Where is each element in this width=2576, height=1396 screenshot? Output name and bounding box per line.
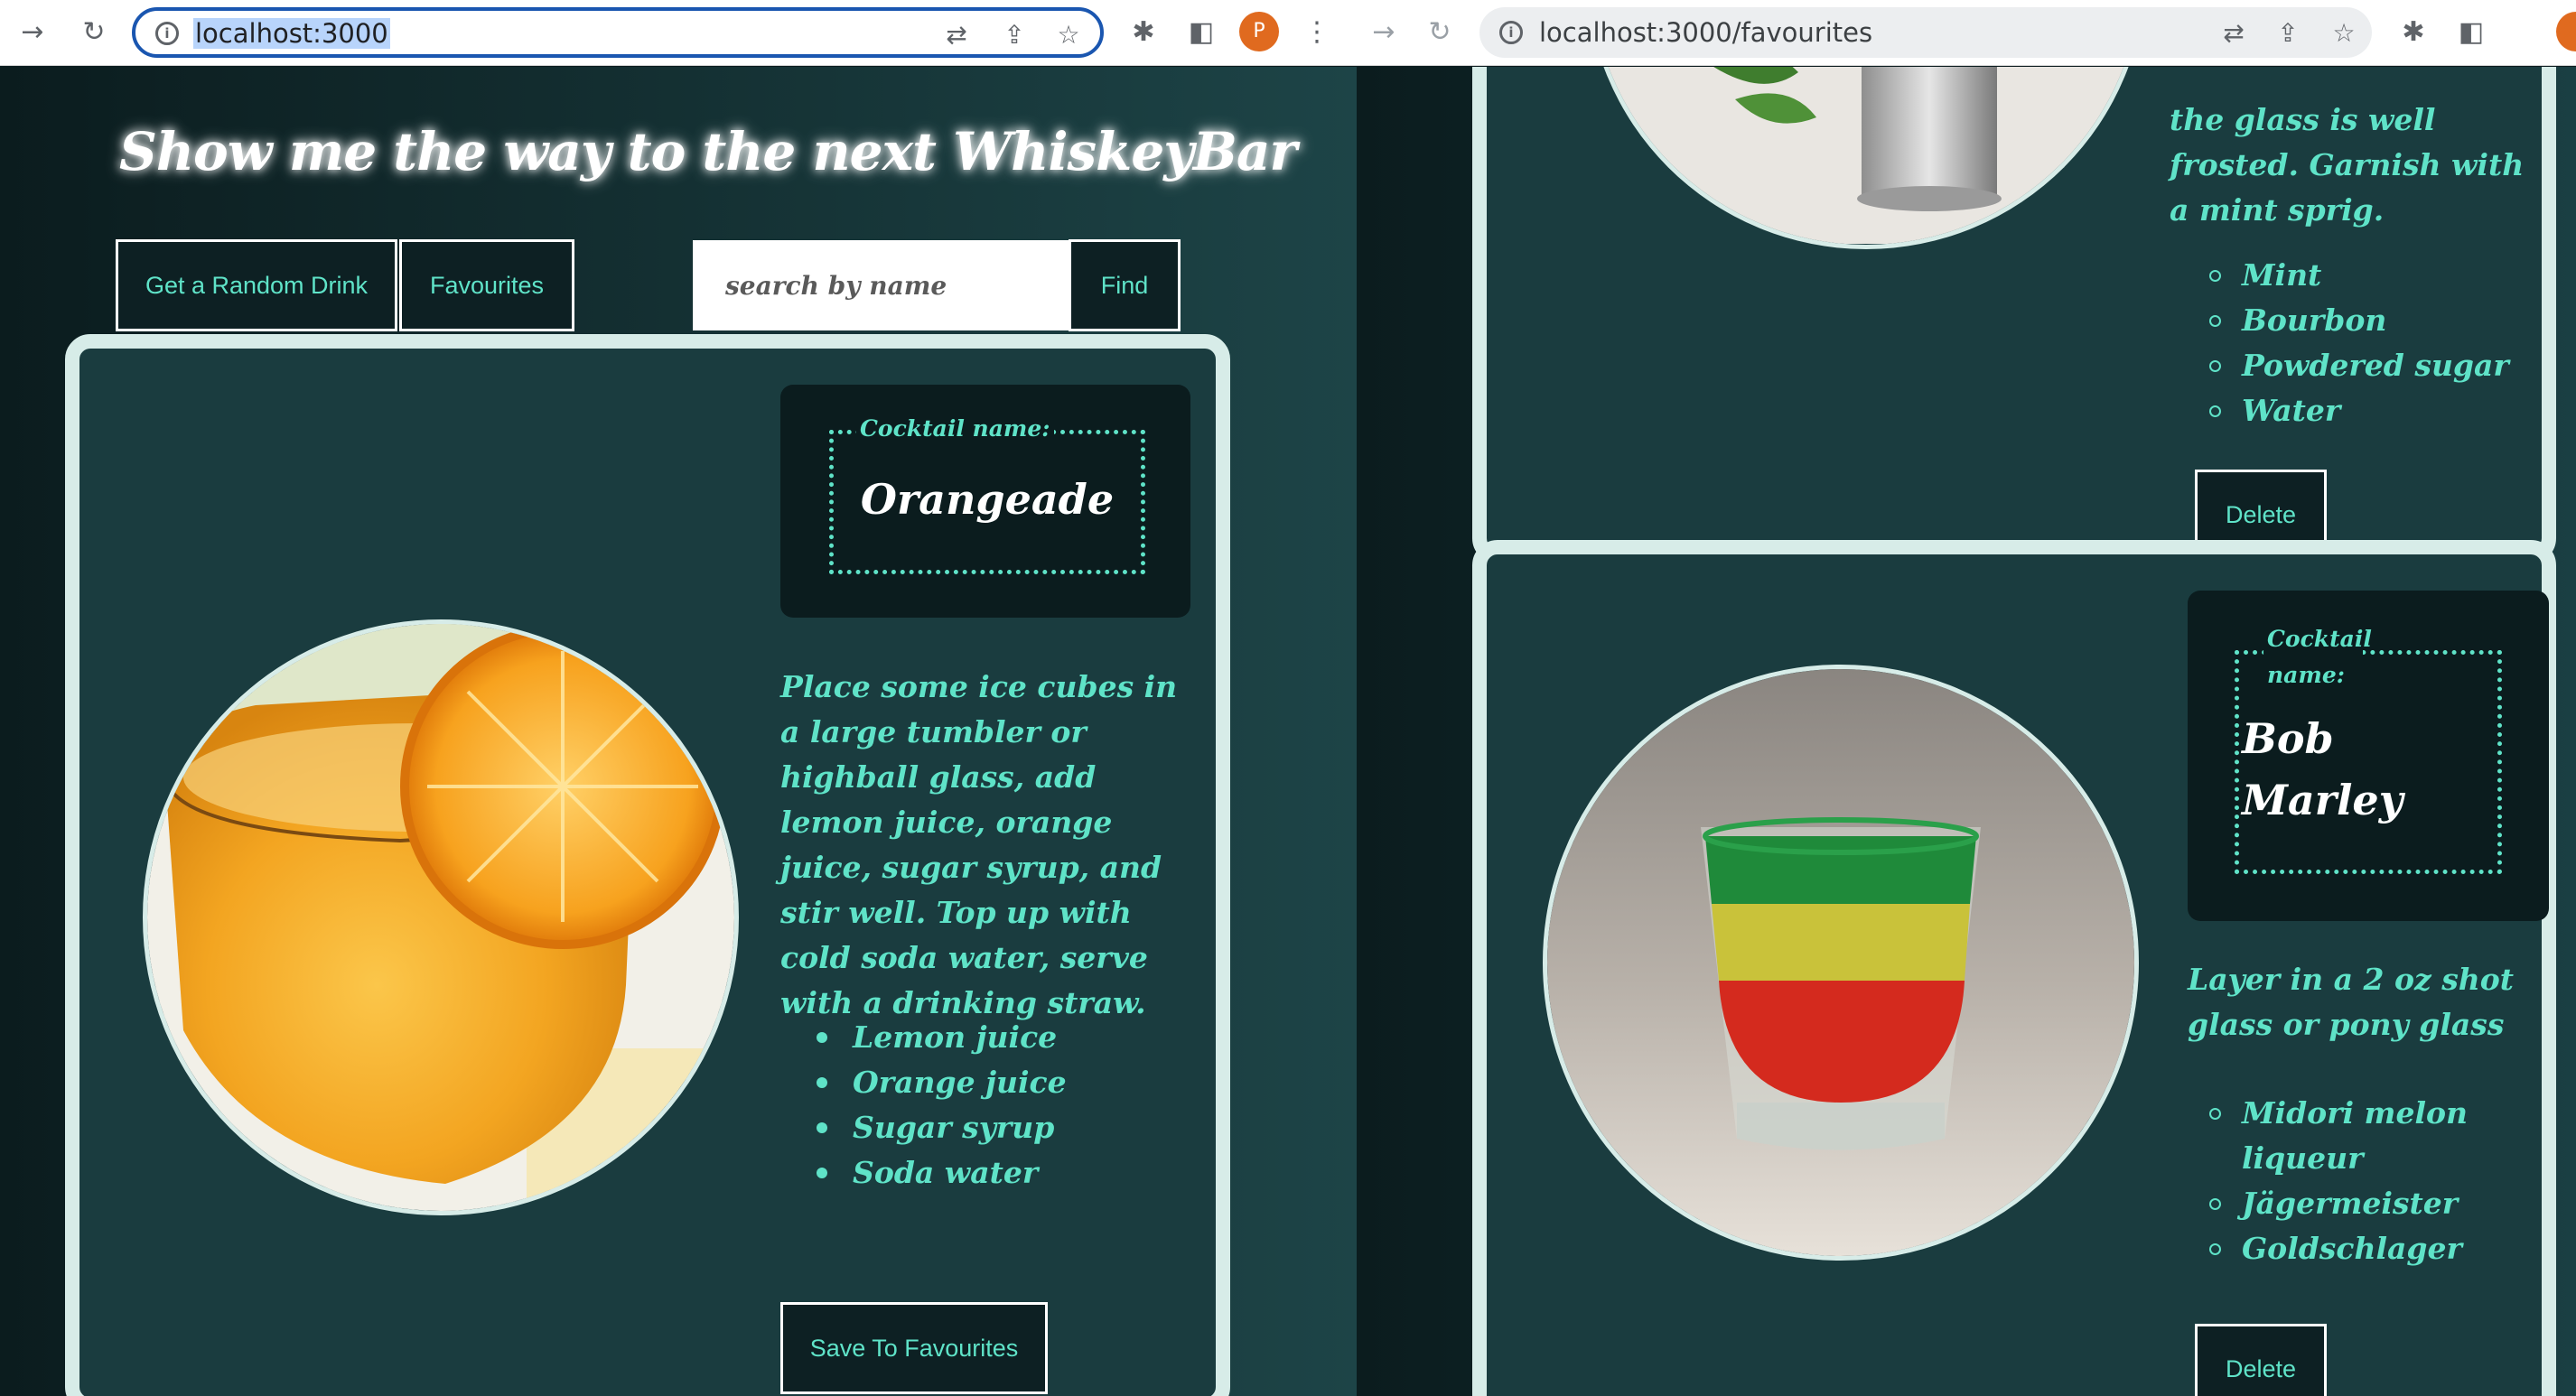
bullet-icon: [817, 1032, 827, 1043]
cocktail-name-box: Cocktail name: Orangeade: [780, 385, 1190, 618]
bullet-icon: [2209, 405, 2221, 417]
favourite-card: Cocktail name: Bob Marley Layer in a 2 o…: [1472, 540, 2556, 1396]
reload-icon[interactable]: ↻: [76, 14, 112, 51]
drink-instructions: Place some ice cubes in a large tumbler …: [780, 669, 1178, 1020]
ingredients-list: Midori melon liqueur Jägermeister Goldsc…: [2170, 1091, 2549, 1271]
url-text[interactable]: localhost:3000/favourites: [1539, 17, 1872, 48]
side-panel-icon[interactable]: ◧: [1183, 14, 1219, 51]
bullet-icon: [817, 1122, 827, 1133]
info-icon[interactable]: i: [155, 22, 179, 45]
menu-icon[interactable]: ⋮: [1299, 14, 1335, 51]
side-panel-icon[interactable]: ◧: [2453, 14, 2489, 51]
favourites-page: the glass is well frosted. Garnish with …: [1357, 67, 2576, 1396]
orangeade-image: [147, 624, 734, 1211]
cocktail-name-label: Cocktail name:: [2263, 621, 2372, 693]
translate-icon[interactable]: ⇄: [2218, 18, 2249, 49]
extensions-icon[interactable]: ✱: [2395, 14, 2431, 51]
ingredient-item: Water: [2170, 388, 2549, 433]
forward-icon[interactable]: →: [1366, 14, 1402, 51]
profile-avatar[interactable]: P: [1239, 12, 1279, 51]
extensions-icon[interactable]: ✱: [1125, 14, 1162, 51]
ingredients-list: Mint Bourbon Powdered sugar Water: [2170, 253, 2549, 433]
cocktail-name-label: Cocktail name:: [856, 415, 1054, 442]
drink-instructions: the glass is well frosted. Garnish with …: [2170, 102, 2525, 228]
bullet-icon: [817, 1077, 827, 1088]
save-to-favourites-button[interactable]: Save To Favourites: [780, 1302, 1048, 1394]
ingredient-item: Soda water: [780, 1150, 1205, 1196]
cocktail-name: Orangeade: [860, 475, 1115, 524]
bullet-icon: [817, 1168, 827, 1178]
url-text[interactable]: localhost:3000: [193, 18, 390, 49]
browser-toolbar: → ↻ i localhost:3000 ⇄ ⇪ ☆ ✱ ◧ P ⋮: [0, 0, 1357, 66]
bullet-icon: [2209, 270, 2221, 282]
star-icon[interactable]: ☆: [1053, 20, 1084, 51]
star-icon[interactable]: ☆: [2329, 18, 2359, 49]
reload-icon[interactable]: ↻: [1422, 14, 1458, 51]
ingredient-item: Jägermeister: [2170, 1181, 2549, 1226]
window-divider: [1357, 67, 1358, 1396]
forward-icon[interactable]: →: [14, 14, 51, 51]
cocktail-name-box: Cocktail name: Bob Marley: [2188, 591, 2549, 921]
search-input[interactable]: search by name: [693, 240, 1069, 330]
left-browser-window: → ↻ i localhost:3000 ⇄ ⇪ ☆ ✱ ◧ P ⋮ Show …: [0, 0, 1357, 1396]
favourites-button[interactable]: Favourites: [399, 239, 574, 331]
home-page: Show me the way to the next WhiskeyBar G…: [0, 67, 1357, 1396]
mint-julep-image: [1591, 67, 2142, 244]
drink-photo: [1586, 67, 2146, 249]
browser-toolbar: → ↻ i localhost:3000/favourites ⇄ ⇪ ☆ ✱ …: [1357, 0, 2576, 66]
bullet-icon: [2209, 1108, 2221, 1120]
find-button[interactable]: Find: [1069, 239, 1181, 331]
share-icon[interactable]: ⇪: [999, 20, 1030, 51]
drink-card: Cocktail name: Orangeade Place some ice …: [65, 334, 1230, 1396]
page-title: Show me the way to the next WhiskeyBar: [119, 121, 1297, 182]
ingredient-item: Mint: [2170, 253, 2549, 298]
drink-photo: [143, 619, 739, 1215]
right-browser-window: → ↻ i localhost:3000/favourites ⇄ ⇪ ☆ ✱ …: [1357, 0, 2576, 1396]
share-icon[interactable]: ⇪: [2273, 18, 2303, 49]
random-drink-button[interactable]: Get a Random Drink: [116, 239, 397, 331]
favourite-card: the glass is well frosted. Garnish with …: [1472, 67, 2556, 563]
delete-button[interactable]: Delete: [2195, 1324, 2327, 1396]
info-icon[interactable]: i: [1499, 21, 1523, 44]
bob-marley-shot-image: [1547, 669, 2134, 1256]
ingredient-item: Bourbon: [2170, 298, 2549, 343]
address-bar[interactable]: i localhost:3000/favourites ⇄ ⇪ ☆: [1479, 7, 2372, 58]
ingredient-item: Orange juice: [780, 1060, 1205, 1105]
profile-avatar[interactable]: [2556, 12, 2576, 51]
ingredient-item: Goldschlager: [2170, 1226, 2549, 1271]
ingredients-list: Lemon juice Orange juice Sugar syrup Sod…: [780, 1015, 1205, 1196]
ingredient-item: Sugar syrup: [780, 1105, 1205, 1150]
drink-photo: [1543, 665, 2139, 1261]
ingredient-item: Midori melon liqueur: [2170, 1091, 2549, 1181]
address-bar[interactable]: i localhost:3000 ⇄ ⇪ ☆: [132, 7, 1104, 58]
cocktail-name: Bob Marley: [2242, 714, 2403, 824]
bullet-icon: [2209, 1243, 2221, 1255]
bullet-icon: [2209, 1198, 2221, 1210]
ingredient-item: Powdered sugar: [2170, 343, 2549, 388]
ingredient-item: Lemon juice: [780, 1015, 1205, 1060]
drink-instructions: Layer in a 2 oz shot glass or pony glass: [2188, 962, 2515, 1042]
bullet-icon: [2209, 360, 2221, 372]
translate-icon[interactable]: ⇄: [941, 20, 972, 51]
bullet-icon: [2209, 315, 2221, 327]
